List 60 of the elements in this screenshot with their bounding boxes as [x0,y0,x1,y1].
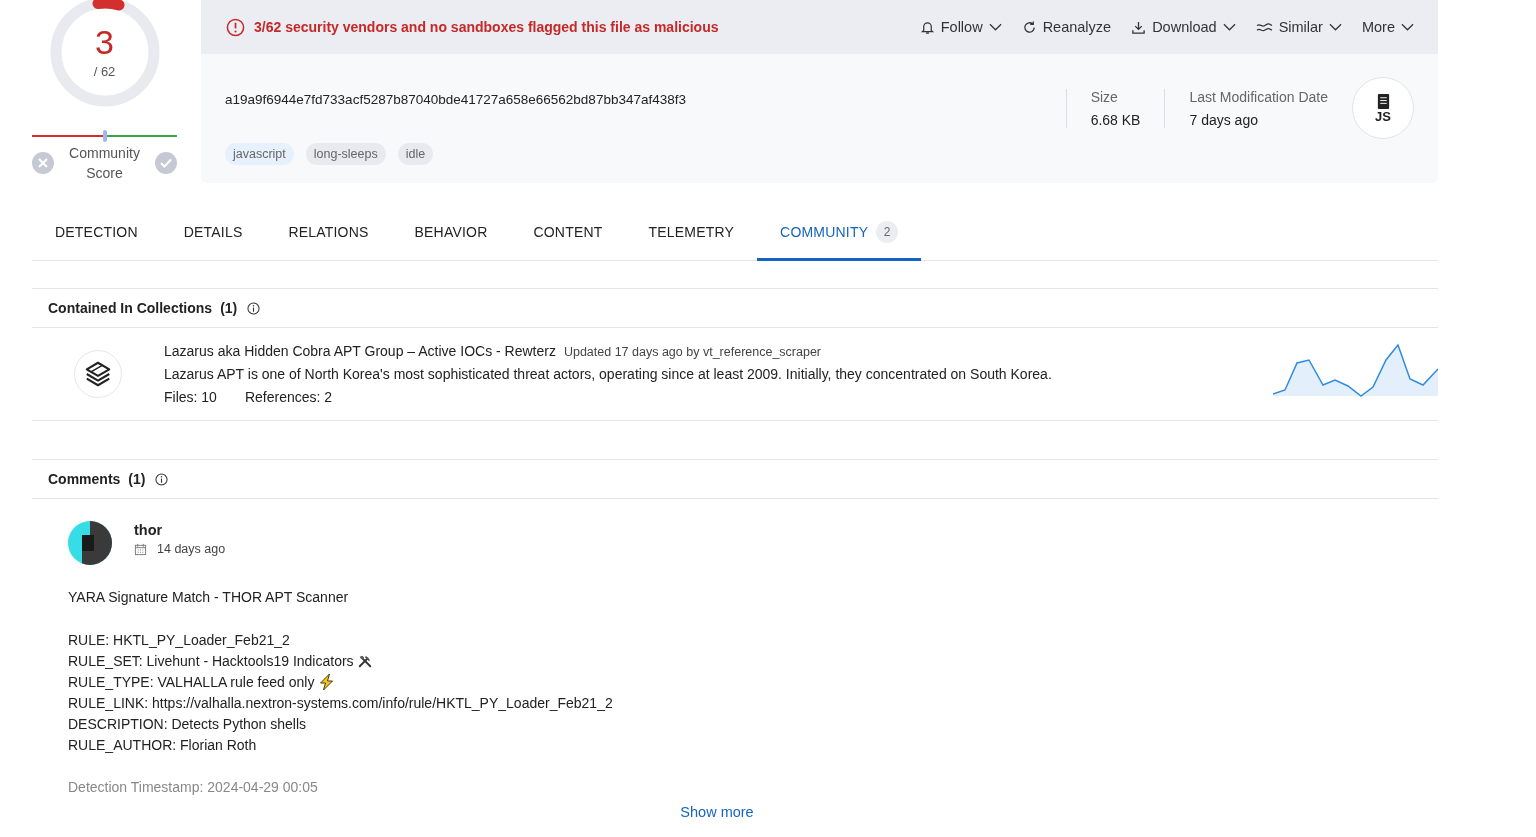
alert-icon [226,17,245,37]
tab[interactable]: COMMUNITY 2 [757,206,922,261]
collection-updated: Updated 17 days ago by vt_reference_scraper [563,345,822,359]
tab[interactable]: TELEMETRY [625,206,758,261]
download-icon [1131,19,1147,35]
bell-icon [919,19,935,35]
references-count: References: 2 [244,389,333,405]
tab-count: 2 [876,221,899,243]
comment-text: RULE_SET: Livehunt - Hacktools19 Indicators [68,651,354,671]
action-button[interactable]: Similar [1255,19,1342,35]
comment-text: RULE: HKTL_PY_Loader_Feb21_2 [68,630,290,650]
section-count: (1) [128,471,146,487]
comment-text: Detection Timestamp: 2024-04-29 00:05 [68,778,319,797]
collection-name[interactable]: Lazarus aka Hidden Cobra APT Group – Active IOCs - Rewterz [164,343,556,359]
calendar-icon [134,542,147,556]
document-icon [1375,92,1391,110]
comment-text: RULE_LINK: https://valhalla.nextron-systems.com/info/rule/HKTL_PY_Loader_Feb21_2 [68,693,613,713]
similar-icon [1255,20,1273,34]
engine-total: / 62 [93,64,116,79]
alert-message: 3/62 security vendors and no sandboxes flagged this file as malicious [254,19,719,35]
tab[interactable]: BEHAVIOR [391,206,511,261]
tab[interactable]: RELATIONS [265,206,392,261]
file-hash: a19a9f6944e7fd733acf5287b87040bde41727a658e66562bd87bb347af438f3 [225,92,687,107]
check-icon[interactable] [155,152,177,174]
section-count: (1) [220,300,238,316]
show-more-link[interactable]: Show more [680,804,754,820]
tab[interactable]: CONTENT [510,206,626,261]
comment-text: DESCRIPTION: Detects Python shells [68,714,307,734]
detection-count: 3 [95,24,114,60]
size-value: 6.68 KB [1090,112,1141,128]
action-button[interactable]: Reanalyze [1021,19,1112,35]
comment-text: RULE_TYPE: VALHALLA rule feed only [68,672,315,692]
lightning-icon [318,673,336,691]
info-icon[interactable] [155,472,169,486]
tag[interactable]: idle [397,143,434,165]
section-title: Comments [48,471,121,487]
tag[interactable]: long-sleeps [305,143,386,165]
date-label: Last Modification Date [1189,89,1328,105]
info-icon[interactable] [247,301,261,315]
file-type-label: JS [1375,109,1391,123]
size-label: Size [1090,89,1119,105]
comment-author[interactable]: thor [134,522,226,538]
comment-time: 14 days ago [157,542,226,556]
tag[interactable]: javascript [225,143,294,165]
tools-icon [357,654,372,668]
action-button[interactable]: Follow [919,19,1002,35]
refresh-icon [1021,19,1037,35]
tab[interactable]: DETECTION [32,206,161,261]
date-value: 7 days ago [1189,112,1259,128]
action-button[interactable]: Download [1131,19,1236,35]
action-button[interactable]: More [1361,19,1414,35]
comment-text: YARA Signature Match - THOR APT Scanner [68,588,350,607]
comment-text: RULE_AUTHOR: Florian Roth [68,735,257,755]
user-avatar [68,521,112,565]
community-score-label: Community Score [68,144,141,183]
collection-description: Lazarus APT is one of North Korea's most sophisticated threat actors, operating since at least 2009. Initially, they concentrated on South Korea. [164,366,1053,382]
section-title: Contained In Collections [48,300,213,316]
layers-icon [83,359,113,389]
tab[interactable]: DETAILS [160,206,266,261]
files-count: Files: 10 [164,389,217,405]
